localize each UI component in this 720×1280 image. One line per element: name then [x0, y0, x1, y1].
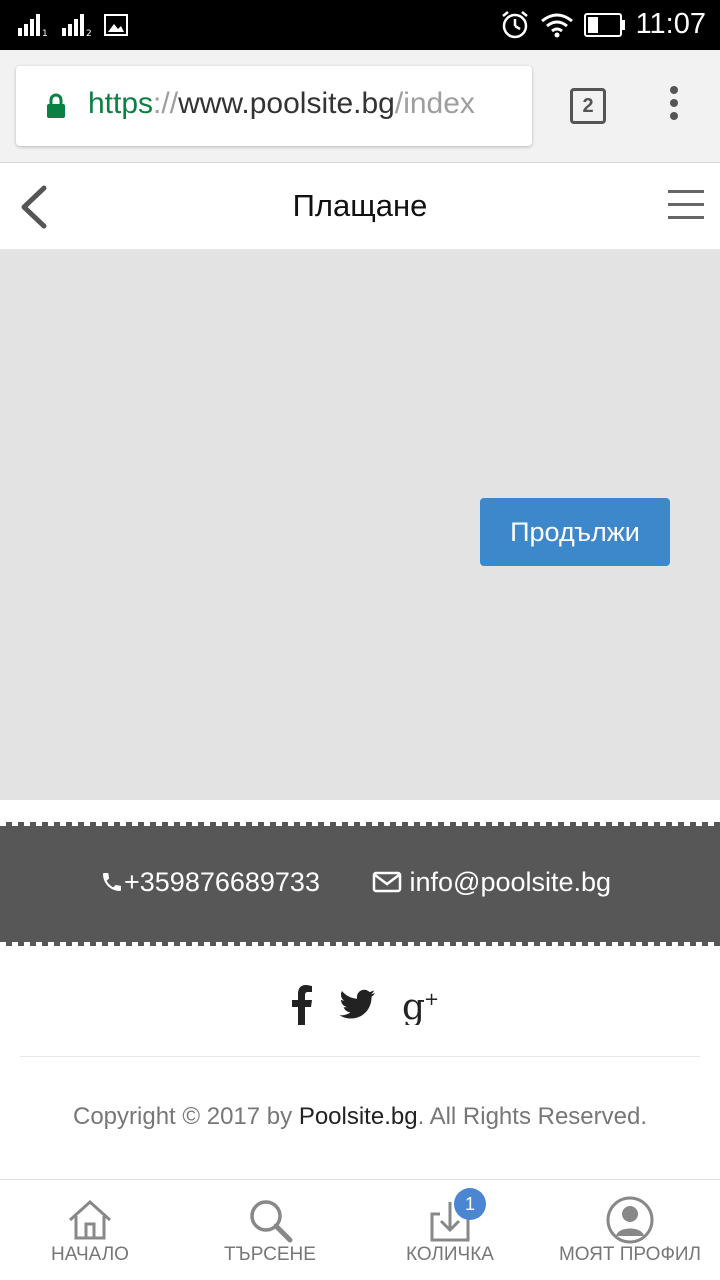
contact-strip: +359876689733 info@poolsite.bg	[0, 822, 720, 946]
bottom-navigation: НАЧАЛО ТЪРСЕНЕ 1 КОЛИЧКА МОЯТ ПРОФИЛ	[0, 1179, 720, 1280]
signal-sim1-icon: 1	[18, 14, 48, 36]
nav-label-home: НАЧАЛО	[51, 1244, 129, 1265]
copyright-suffix: . All Rights Reserved.	[417, 1103, 647, 1130]
copyright-brand-link[interactable]: Poolsite.bg	[299, 1103, 418, 1130]
continue-button[interactable]: Продължи	[480, 498, 670, 566]
url-text[interactable]: https://www.poolsite.bg/index	[88, 87, 475, 121]
email-address: info@poolsite.bg	[409, 867, 612, 897]
url-path: /index	[394, 87, 475, 120]
dashed-border-top	[0, 822, 720, 826]
svg-text:2: 2	[86, 29, 92, 36]
battery-icon	[584, 13, 625, 37]
search-icon	[250, 1200, 293, 1243]
image-notification-icon	[104, 14, 128, 36]
signal-sim2-icon: 2	[62, 14, 92, 36]
nav-item-search[interactable]: ТЪРСЕНЕ	[180, 1180, 360, 1280]
home-icon	[68, 1199, 112, 1240]
url-scheme: https	[88, 87, 154, 120]
nav-label-cart: КОЛИЧКА	[406, 1244, 494, 1265]
footer-divider	[20, 1056, 700, 1057]
alarm-icon	[502, 11, 528, 39]
hamburger-menu-icon[interactable]	[668, 190, 704, 220]
copyright-prefix: Copyright © 2017 by	[73, 1103, 299, 1130]
nav-item-cart[interactable]: 1 КОЛИЧКА	[360, 1180, 540, 1280]
browser-menu-icon[interactable]	[664, 86, 684, 130]
nav-label-search: ТЪРСЕНЕ	[224, 1244, 316, 1265]
google-plus-icon[interactable]: g +	[402, 985, 442, 1025]
svg-text:g: g	[402, 987, 425, 1025]
nav-item-profile[interactable]: МОЯТ ПРОФИЛ	[540, 1180, 720, 1280]
twitter-icon[interactable]	[340, 989, 376, 1021]
dashed-border-bottom	[0, 942, 720, 946]
browser-toolbar: https://www.poolsite.bg/index 2	[0, 50, 720, 163]
contact-email[interactable]: info@poolsite.bg	[372, 867, 611, 898]
copyright-text: Copyright © 2017 by Poolsite.bg. All Rig…	[0, 1103, 720, 1131]
phone-icon	[103, 873, 121, 891]
status-bar: 1 2 11:07	[0, 0, 720, 50]
phone-number: +359876689733	[124, 867, 320, 897]
app-header: Плащане	[0, 164, 720, 250]
cart-count-badge: 1	[454, 1188, 486, 1220]
facebook-icon[interactable]	[290, 985, 314, 1025]
svg-text:1: 1	[42, 29, 48, 36]
contact-phone[interactable]: +359876689733	[100, 867, 320, 898]
url-separator: ://	[153, 87, 179, 120]
url-host: www.poolsite.bg	[178, 87, 395, 120]
status-time: 11:07	[635, 8, 706, 40]
nav-item-home[interactable]: НАЧАЛО	[0, 1180, 180, 1280]
payment-content-area: Продължи	[0, 250, 720, 800]
wifi-icon	[541, 13, 573, 38]
lock-icon	[47, 93, 65, 118]
social-links: g +	[0, 985, 720, 1035]
page-title: Плащане	[292, 188, 428, 223]
tab-switcher-button[interactable]: 2	[570, 88, 606, 124]
envelope-icon	[372, 871, 402, 893]
address-bar[interactable]: https://www.poolsite.bg/index	[16, 66, 532, 146]
nav-label-profile: МОЯТ ПРОФИЛ	[558, 1244, 702, 1265]
svg-text:+: +	[424, 989, 439, 1010]
profile-icon	[606, 1196, 654, 1244]
